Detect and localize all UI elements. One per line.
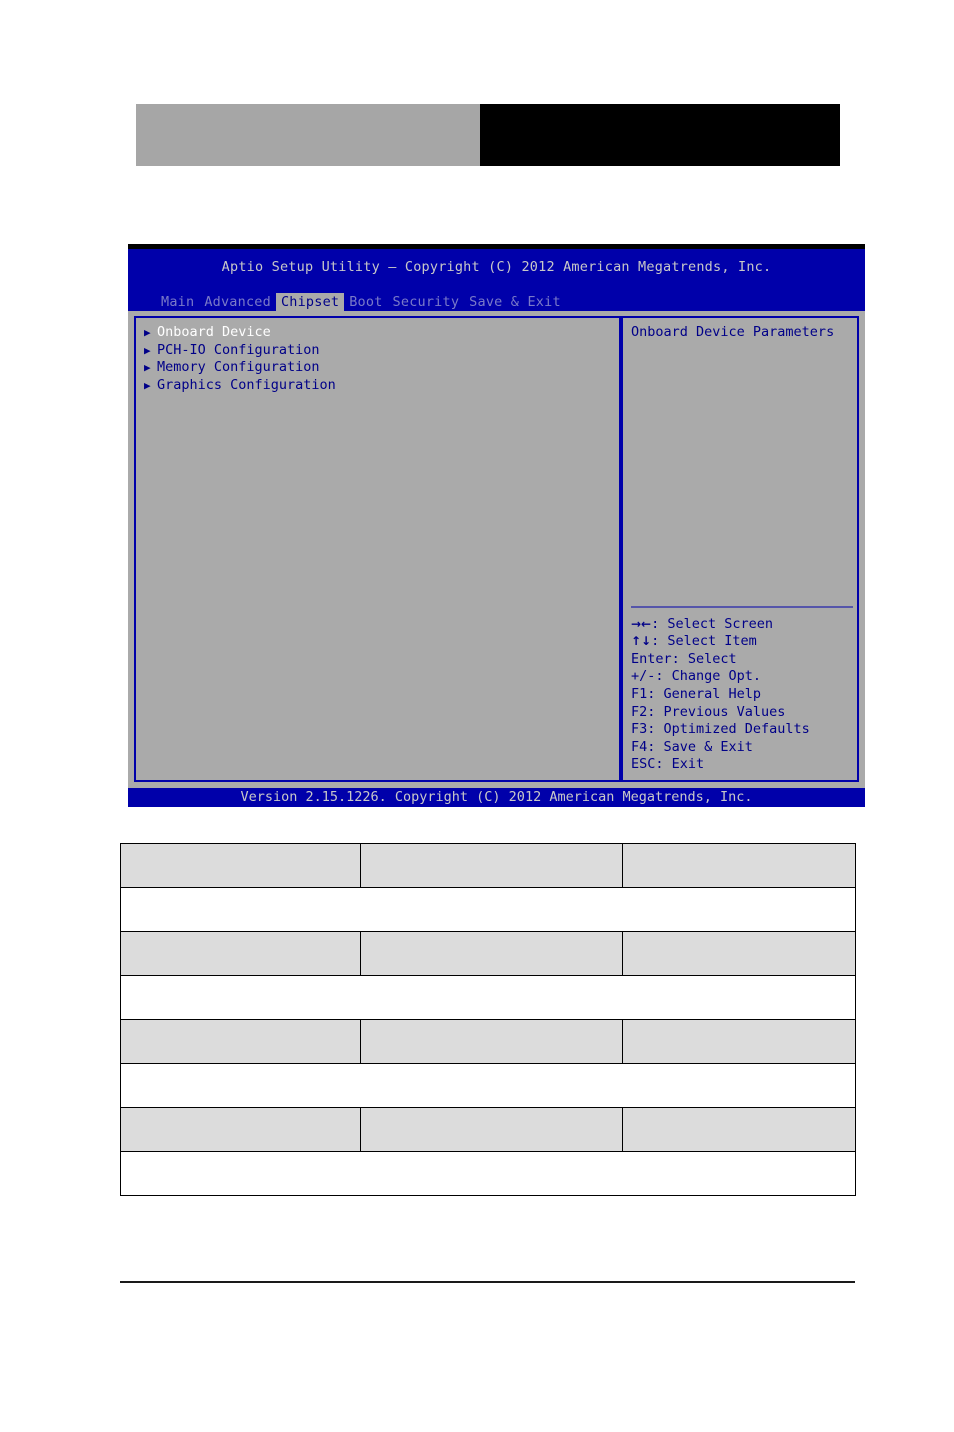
nav-key-f4-save-and-exit: F4: Save & Exit (631, 738, 753, 755)
help-separator-rule (631, 605, 853, 608)
navigation-key-legend: →←: Select Screen ↑↓: Select Item Enter:… (631, 616, 857, 780)
nav-key-label: : Select Item (651, 633, 757, 650)
nav-key-label: : Select Screen (651, 615, 774, 632)
table-cell (120, 843, 361, 888)
bios-version-footer: Version 2.15.1226. Copyright (C) 2012 Am… (128, 788, 865, 807)
table-cell (360, 1107, 623, 1152)
bios-help-panel: Onboard Device Parameters →←: Select Scr… (621, 316, 859, 782)
menu-item-graphics-configuration[interactable]: ▶ Graphics Configuration (144, 377, 619, 395)
nav-key-change-opt: +/-: Change Opt. (631, 668, 762, 685)
menu-item-label: Onboard Device (157, 324, 271, 340)
table-cell (622, 843, 856, 888)
bios-title-bar: Aptio Setup Utility – Copyright (C) 2012… (128, 249, 865, 292)
table-body (120, 843, 856, 1196)
menu-item-label: PCH-IO Configuration (157, 341, 320, 358)
specification-table (120, 843, 856, 1196)
nav-key-f3-optimized-defaults: F3: Optimized Defaults (631, 721, 810, 738)
bios-body: ▶ Onboard Device ▶ PCH-IO Configuration … (128, 311, 865, 788)
table-cell-span (120, 887, 856, 932)
table-row (120, 975, 856, 1020)
document-header-banner (136, 104, 840, 166)
submenu-arrow-icon: ▶ (144, 326, 151, 339)
table-row (120, 843, 856, 888)
nav-key-f1-general-help: F1: General Help (631, 686, 762, 703)
left-right-arrow-icon: →← (631, 616, 652, 631)
table-cell (622, 931, 856, 976)
submenu-arrow-icon: ▶ (144, 378, 151, 392)
menu-item-label: Memory Configuration (157, 359, 320, 376)
table-cell-span (120, 1151, 856, 1196)
menu-item-label: Graphics Configuration (157, 376, 336, 393)
help-description-text: Onboard Device Parameters (631, 324, 835, 340)
table-cell (120, 931, 361, 976)
menu-item-memory-configuration[interactable]: ▶ Memory Configuration (144, 359, 619, 377)
table-row (120, 1151, 856, 1196)
bios-menu-bar: Main Advanced Chipset Boot Security Save… (128, 292, 865, 311)
submenu-arrow-icon: ▶ (144, 361, 151, 375)
nav-key-enter-select: Enter: Select (631, 650, 737, 667)
tab-boot[interactable]: Boot (344, 293, 387, 311)
bios-setup-screen: Aptio Setup Utility – Copyright (C) 2012… (128, 244, 865, 807)
table-cell (622, 1019, 856, 1064)
nav-key-esc-exit: ESC: Exit (631, 756, 705, 773)
help-spacer (631, 342, 857, 606)
menu-item-onboard-device[interactable]: ▶ Onboard Device (144, 324, 619, 342)
table-cell (360, 1019, 623, 1064)
table-cell (360, 843, 623, 888)
page-footer-rule (120, 1281, 855, 1283)
table-cell (622, 1107, 856, 1152)
tab-save-and-exit[interactable]: Save & Exit (464, 293, 566, 311)
tab-chipset[interactable]: Chipset (275, 292, 345, 311)
nav-key-select-item: ↑↓: Select Item (631, 633, 857, 651)
header-block-gray (136, 104, 480, 166)
nav-key-f2-previous-values: F2: Previous Values (631, 703, 786, 720)
table-cell (360, 931, 623, 976)
table-row (120, 1019, 856, 1064)
table-cell-span (120, 1063, 856, 1108)
up-down-arrow-icon: ↑↓ (631, 634, 652, 649)
table-cell-span (120, 975, 856, 1020)
tab-advanced[interactable]: Advanced (199, 293, 276, 311)
table-row (120, 1063, 856, 1108)
table-cell (120, 1107, 361, 1152)
table-row (120, 887, 856, 932)
table-row (120, 1107, 856, 1152)
menu-item-pch-io-configuration[interactable]: ▶ PCH-IO Configuration (144, 342, 619, 360)
table-row (120, 931, 856, 976)
tab-security[interactable]: Security (388, 293, 465, 311)
bios-settings-panel: ▶ Onboard Device ▶ PCH-IO Configuration … (134, 316, 619, 782)
nav-key-select-screen: →←: Select Screen (631, 616, 857, 634)
table-cell (120, 1019, 361, 1064)
submenu-arrow-icon: ▶ (144, 343, 151, 357)
tab-main[interactable]: Main (156, 293, 199, 311)
header-block-black (480, 104, 840, 166)
